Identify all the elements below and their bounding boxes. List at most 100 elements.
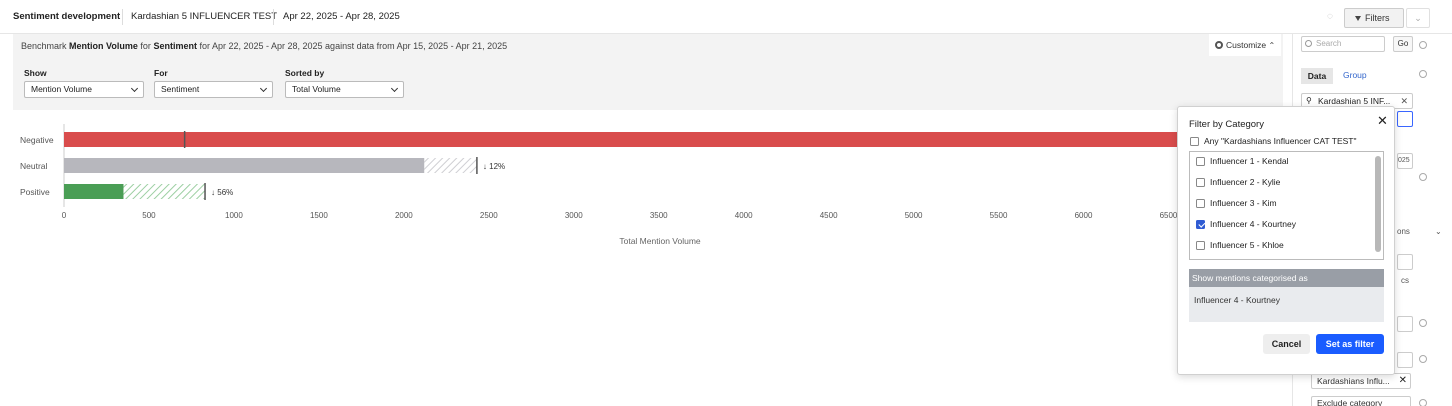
divider bbox=[273, 9, 274, 25]
for-select[interactable]: Sentiment bbox=[154, 81, 273, 98]
search-placeholder: Search bbox=[1316, 39, 1342, 48]
list-item-label: Influencer 3 - Kim bbox=[1210, 198, 1277, 208]
list-item[interactable]: Influencer 2 - Kylie bbox=[1196, 177, 1280, 187]
any-category-label: Any "Kardashians Influencer CAT TEST" bbox=[1204, 136, 1357, 146]
sidebar-input[interactable] bbox=[1397, 254, 1413, 270]
x-tick-label: 6500 bbox=[1160, 211, 1178, 220]
bar-negative bbox=[64, 132, 1180, 147]
benchmark-metric: Mention Volume bbox=[69, 41, 138, 51]
customize-label: Customize bbox=[1226, 40, 1267, 50]
checkbox[interactable] bbox=[1196, 220, 1205, 229]
show-select[interactable]: Mention Volume bbox=[24, 81, 144, 98]
chevron-down-icon[interactable]: ⌄ bbox=[1435, 227, 1442, 236]
checkbox[interactable] bbox=[1196, 178, 1205, 187]
x-tick-label: 2500 bbox=[480, 211, 498, 220]
benchmark-for: for bbox=[140, 41, 151, 51]
sorted-select[interactable]: Total Volume bbox=[285, 81, 404, 98]
category-label: Neutral bbox=[20, 161, 48, 171]
date-partial: 025 bbox=[1398, 157, 1410, 164]
sorted-label: Sorted by bbox=[285, 68, 325, 78]
list-item[interactable]: Influencer 5 - Khloe bbox=[1196, 240, 1284, 250]
chevron-down-icon[interactable]: ⌄ bbox=[1406, 8, 1430, 28]
bar-neutral bbox=[64, 158, 425, 173]
page-title: Sentiment development bbox=[13, 11, 121, 22]
x-tick-label: 6000 bbox=[1075, 211, 1093, 220]
any-category-checkbox[interactable]: Any "Kardashians Influencer CAT TEST" bbox=[1190, 136, 1357, 146]
tab-data[interactable]: Data bbox=[1301, 68, 1333, 84]
gear-icon bbox=[1215, 41, 1223, 49]
info-icon[interactable] bbox=[1419, 173, 1427, 181]
category-label: Negative bbox=[20, 135, 54, 145]
search-input[interactable]: Search bbox=[1301, 36, 1385, 52]
project-name[interactable]: Kardashian 5 INFLUENCER TEST bbox=[131, 11, 277, 22]
metrics-partial: cs bbox=[1401, 276, 1409, 285]
category-list: Influencer 1 - Kendal Influencer 2 - Kyl… bbox=[1189, 151, 1384, 260]
benchmark-panel: Benchmark Mention Volume for Sentiment f… bbox=[13, 34, 1283, 110]
checkbox[interactable] bbox=[1196, 157, 1205, 166]
info-icon[interactable] bbox=[1419, 399, 1427, 406]
category-chip-label: Kardashians Influ... bbox=[1317, 376, 1390, 386]
x-tick-label: 3000 bbox=[565, 211, 583, 220]
x-tick-label: 3500 bbox=[650, 211, 668, 220]
tab-group[interactable]: Group bbox=[1343, 70, 1367, 80]
chevron-down-icon bbox=[130, 84, 139, 93]
info-icon[interactable] bbox=[1419, 355, 1427, 363]
list-item[interactable]: Influencer 4 - Kourtney bbox=[1196, 219, 1296, 229]
checkbox[interactable] bbox=[1190, 137, 1199, 146]
x-tick-label: 1500 bbox=[310, 211, 328, 220]
categorised-as-value: Influencer 4 - Kourtney bbox=[1194, 295, 1280, 305]
info-icon[interactable] bbox=[1419, 41, 1427, 49]
categorised-as-header: Show mentions categorised as bbox=[1189, 269, 1384, 287]
cancel-button[interactable]: Cancel bbox=[1263, 334, 1310, 354]
chevron-down-icon bbox=[259, 84, 268, 93]
info-icon[interactable]: ◌ bbox=[1318, 8, 1342, 26]
x-tick-label: 4000 bbox=[735, 211, 753, 220]
exclude-select[interactable]: Exclude category bbox=[1311, 396, 1411, 406]
close-icon[interactable]: ✕ bbox=[1400, 94, 1408, 108]
filter-icon bbox=[1355, 16, 1361, 21]
chevron-up-icon: ⌃ bbox=[1268, 41, 1276, 50]
for-value: Sentiment bbox=[161, 84, 200, 94]
list-item-label: Influencer 5 - Khloe bbox=[1210, 240, 1284, 250]
set-as-filter-button[interactable]: Set as filter bbox=[1316, 334, 1384, 354]
bar-positive bbox=[64, 184, 124, 199]
list-item[interactable]: Influencer 3 - Kim bbox=[1196, 198, 1277, 208]
stepper[interactable] bbox=[1397, 316, 1413, 332]
x-tick-label: 5500 bbox=[990, 211, 1008, 220]
date-range[interactable]: Apr 22, 2025 - Apr 28, 2025 bbox=[283, 11, 400, 22]
x-tick-label: 1000 bbox=[225, 211, 243, 220]
categorised-as-box: Influencer 4 - Kourtney bbox=[1189, 287, 1384, 322]
x-tick-label: 0 bbox=[62, 211, 67, 220]
project-chip-label: Kardashian 5 INF... bbox=[1318, 96, 1391, 106]
x-tick-label: 5000 bbox=[905, 211, 923, 220]
filter-by-category-popup: Filter by Category ✕ Any "Kardashians In… bbox=[1177, 106, 1395, 375]
popup-title: Filter by Category bbox=[1189, 119, 1264, 130]
chevron-up-icon[interactable] bbox=[1397, 352, 1413, 368]
benchmark-prefix: Benchmark bbox=[21, 41, 67, 51]
chevron-down-icon[interactable] bbox=[1397, 111, 1413, 127]
top-bar: Sentiment development Kardashian 5 INFLU… bbox=[0, 0, 1452, 34]
close-icon[interactable]: ✕ bbox=[1399, 374, 1407, 388]
filters-label: Filters bbox=[1365, 13, 1390, 23]
scrollbar[interactable] bbox=[1375, 156, 1381, 252]
customize-button[interactable]: Customize ⌃ bbox=[1209, 34, 1281, 56]
list-item[interactable]: Influencer 1 - Kendal bbox=[1196, 156, 1288, 166]
x-tick-label: 2000 bbox=[395, 211, 413, 220]
list-item-label: Influencer 4 - Kourtney bbox=[1210, 219, 1296, 229]
info-icon[interactable] bbox=[1419, 319, 1427, 327]
checkbox[interactable] bbox=[1196, 241, 1205, 250]
search-icon bbox=[1305, 40, 1312, 47]
x-axis-title: Total Mention Volume bbox=[619, 236, 701, 246]
info-icon[interactable] bbox=[1419, 70, 1427, 78]
filters-button[interactable]: Filters bbox=[1344, 8, 1404, 28]
close-icon[interactable]: ✕ bbox=[1377, 113, 1388, 129]
go-button[interactable]: Go bbox=[1393, 36, 1413, 52]
change-label: ↓ 12% bbox=[483, 162, 505, 171]
list-item-label: Influencer 2 - Kylie bbox=[1210, 177, 1281, 187]
checkbox[interactable] bbox=[1196, 199, 1205, 208]
benchmark-rest: for Apr 22, 2025 - Apr 28, 2025 against … bbox=[199, 41, 508, 51]
category-chip[interactable]: Kardashians Influ... ✕ bbox=[1311, 373, 1411, 389]
benchmark-gap-bar bbox=[123, 184, 206, 199]
show-label: Show bbox=[24, 68, 47, 78]
x-tick-label: 500 bbox=[142, 211, 156, 220]
